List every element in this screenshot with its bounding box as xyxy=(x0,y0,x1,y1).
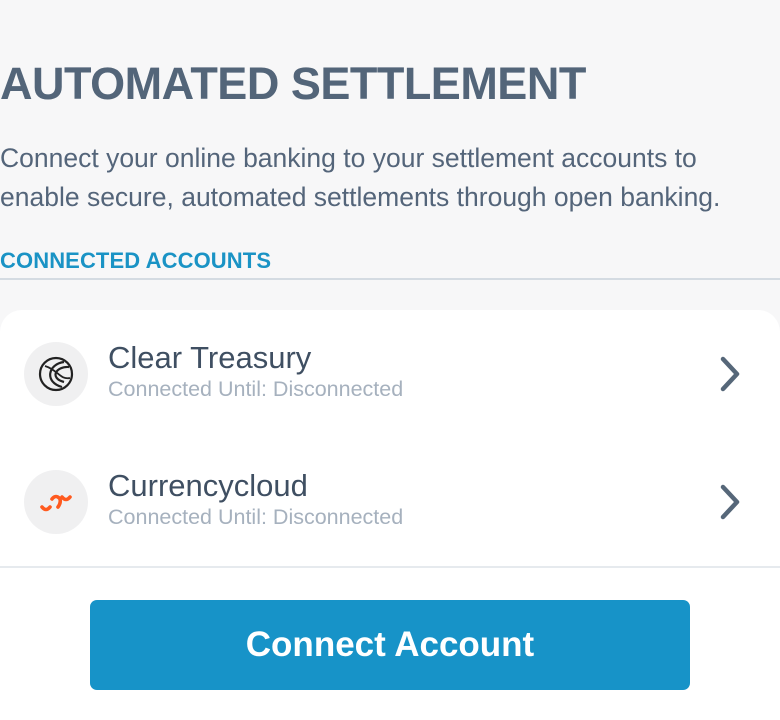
automated-settlement-page: AUTOMATED SETTLEMENT Connect your online… xyxy=(0,0,780,720)
chevron-right-icon xyxy=(720,356,740,392)
account-status: Connected Until: Disconnected xyxy=(108,505,404,529)
page-description: Connect your online banking to your sett… xyxy=(0,143,721,212)
accounts-card: Clear Treasury Connected Until: Disconne… xyxy=(0,310,780,720)
connect-account-button[interactable]: Connect Account xyxy=(90,600,690,690)
clear-treasury-logo-icon xyxy=(24,342,88,406)
section-divider xyxy=(0,278,780,280)
account-row-clear-treasury[interactable]: Clear Treasury Connected Until: Disconne… xyxy=(0,324,780,424)
section-label-connected-accounts: CONNECTED ACCOUNTS xyxy=(0,248,272,273)
currencycloud-logo-icon xyxy=(24,470,88,534)
account-name: Currencycloud xyxy=(108,468,308,503)
account-name: Clear Treasury xyxy=(108,340,312,375)
page-title: AUTOMATED SETTLEMENT xyxy=(0,58,586,109)
account-row-currencycloud[interactable]: Currencycloud Connected Until: Disconnec… xyxy=(0,452,780,552)
chevron-right-icon xyxy=(720,484,740,520)
card-divider xyxy=(0,566,780,568)
account-status: Connected Until: Disconnected xyxy=(108,377,404,401)
